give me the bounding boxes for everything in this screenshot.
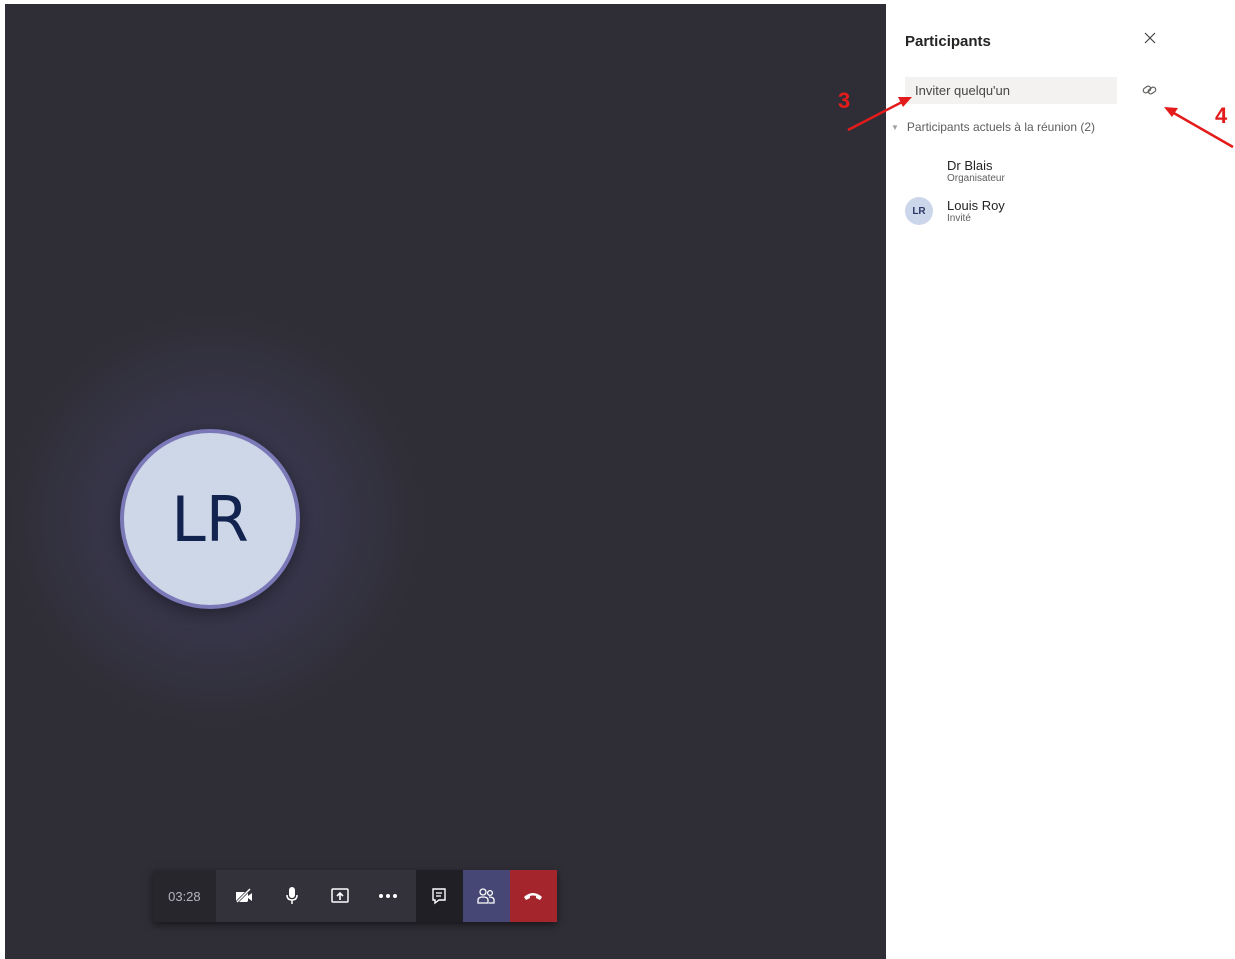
participant-avatar-large: LR <box>120 429 300 609</box>
chat-icon[interactable] <box>415 870 463 922</box>
call-timer: 03:28 <box>153 870 216 922</box>
call-controls-bar: 03:28 <box>153 870 557 922</box>
hang-up-icon[interactable] <box>509 870 557 922</box>
participant-role: Invité <box>947 212 971 224</box>
close-icon[interactable] <box>1142 32 1158 48</box>
participant-name: Dr Blais <box>947 157 993 173</box>
participant-row[interactable]: LR Louis Roy Invité <box>905 197 1005 225</box>
participants-icon[interactable] <box>462 870 510 922</box>
avatar: LR <box>905 197 933 225</box>
caret-down-icon: ▼ <box>891 122 899 132</box>
participants-panel: Participants ▼ Participants actuels à la… <box>886 0 1235 959</box>
annotation-label-4: 4 <box>1215 103 1228 128</box>
section-label: Participants actuels à la réunion (2) <box>906 120 1096 134</box>
participant-row[interactable]: Dr Blais Organisateur <box>905 157 1005 185</box>
participant-role: Organisateur <box>947 172 1005 184</box>
participant-name: Louis Roy <box>947 197 1005 213</box>
share-screen-icon[interactable] <box>316 870 364 922</box>
video-stage: LR 03:28 <box>5 4 886 959</box>
annotation-label-3: 3 <box>838 88 851 113</box>
current-participants-section[interactable]: ▼ Participants actuels à la réunion (2) <box>891 120 1095 134</box>
media-controls-group <box>215 870 416 922</box>
more-options-icon[interactable] <box>364 870 412 922</box>
invite-input[interactable] <box>905 77 1117 104</box>
avatar <box>905 157 933 185</box>
copy-link-icon[interactable] <box>1140 80 1160 100</box>
microphone-icon[interactable] <box>268 870 316 922</box>
camera-off-icon[interactable] <box>220 870 268 922</box>
panel-title: Participants <box>905 33 991 50</box>
